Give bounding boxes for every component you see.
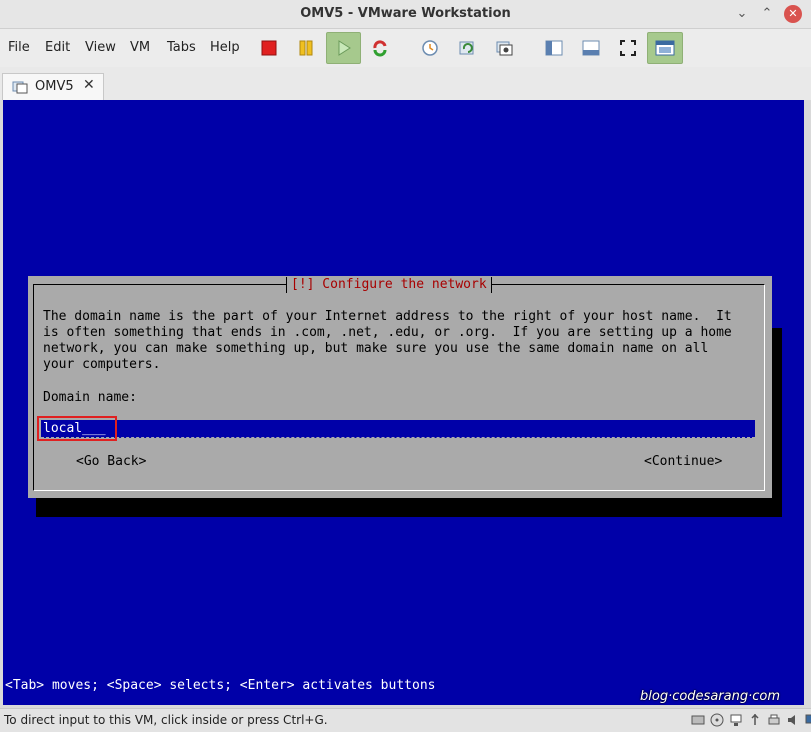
reset-button[interactable] xyxy=(364,33,396,63)
revert-snapshot-button[interactable] xyxy=(451,33,483,63)
annotation-highlight-box xyxy=(37,416,117,441)
suspend-icon xyxy=(299,40,313,56)
domain-name-label: Domain name: xyxy=(43,390,137,405)
tab-close-button[interactable]: ✕ xyxy=(83,77,95,93)
window-title: OMV5 - VMware Workstation xyxy=(300,6,511,21)
close-window-button[interactable]: ✕ xyxy=(784,5,802,23)
revert-snapshot-icon xyxy=(459,41,474,55)
usb-icon[interactable] xyxy=(747,712,763,728)
menu-toolbar-bar: File Edit View VM Tabs Help xyxy=(0,29,811,67)
power-off-icon xyxy=(261,40,277,56)
full-screen-button[interactable] xyxy=(612,33,644,63)
installer-help-line: <Tab> moves; <Space> selects; <Enter> ac… xyxy=(5,678,436,693)
status-message: To direct input to this VM, click inside… xyxy=(4,713,328,727)
configure-network-dialog: [!] Configure the network The domain nam… xyxy=(28,276,772,498)
menu-tabs[interactable]: Tabs xyxy=(167,40,196,55)
thumbnail-bar-icon xyxy=(582,40,600,56)
minimize-button[interactable]: ⌄ xyxy=(733,5,751,23)
domain-name-input[interactable]: local___ xyxy=(41,420,755,438)
library-icon xyxy=(545,40,563,56)
snapshot-manager-button[interactable] xyxy=(488,33,520,63)
power-on-icon xyxy=(338,40,351,56)
menu-vm[interactable]: VM xyxy=(130,40,150,55)
dialog-description: The domain name is the part of your Inte… xyxy=(43,309,732,372)
vm-frame: [!] Configure the network The domain nam… xyxy=(0,100,811,708)
power-off-button[interactable] xyxy=(253,33,285,63)
continue-button[interactable]: <Continue> xyxy=(644,454,722,469)
hard-disk-icon[interactable] xyxy=(690,712,706,728)
unity-button[interactable] xyxy=(647,32,683,64)
vm-console[interactable]: [!] Configure the network The domain nam… xyxy=(3,100,804,705)
thumbnail-bar-button[interactable] xyxy=(575,33,607,63)
power-on-button[interactable] xyxy=(326,32,361,64)
snapshot-icon xyxy=(422,40,438,56)
menu-edit[interactable]: Edit xyxy=(45,40,70,55)
display-icon[interactable] xyxy=(804,712,811,728)
sound-icon[interactable] xyxy=(785,712,801,728)
tab-omv5[interactable]: OMV5 ✕ xyxy=(2,73,104,100)
menu-file[interactable]: File xyxy=(8,40,30,55)
watermark: blog·codesarang·com xyxy=(640,689,780,704)
full-screen-icon xyxy=(620,40,636,56)
status-bar: To direct input to this VM, click inside… xyxy=(0,708,811,732)
device-icons xyxy=(690,712,811,728)
cd-rom-icon[interactable] xyxy=(709,712,725,728)
suspend-button[interactable] xyxy=(290,33,322,63)
vm-icon xyxy=(12,81,28,94)
go-back-button[interactable]: <Go Back> xyxy=(76,454,146,469)
reset-icon xyxy=(373,40,387,57)
tab-label: OMV5 xyxy=(35,79,74,94)
network-icon[interactable] xyxy=(728,712,744,728)
unity-icon xyxy=(655,40,675,56)
dialog-title: [!] Configure the network xyxy=(286,277,492,293)
menu-help[interactable]: Help xyxy=(210,40,240,55)
snapshot-button[interactable] xyxy=(414,33,446,63)
tab-bar: OMV5 ✕ xyxy=(0,67,811,101)
printer-icon[interactable] xyxy=(766,712,782,728)
snapshot-manager-icon xyxy=(496,41,513,56)
title-bar: OMV5 - VMware Workstation ⌄ ⌃ ✕ xyxy=(0,0,811,29)
maximize-button[interactable]: ⌃ xyxy=(758,5,776,23)
library-button[interactable] xyxy=(538,33,570,63)
menu-view[interactable]: View xyxy=(85,40,116,55)
